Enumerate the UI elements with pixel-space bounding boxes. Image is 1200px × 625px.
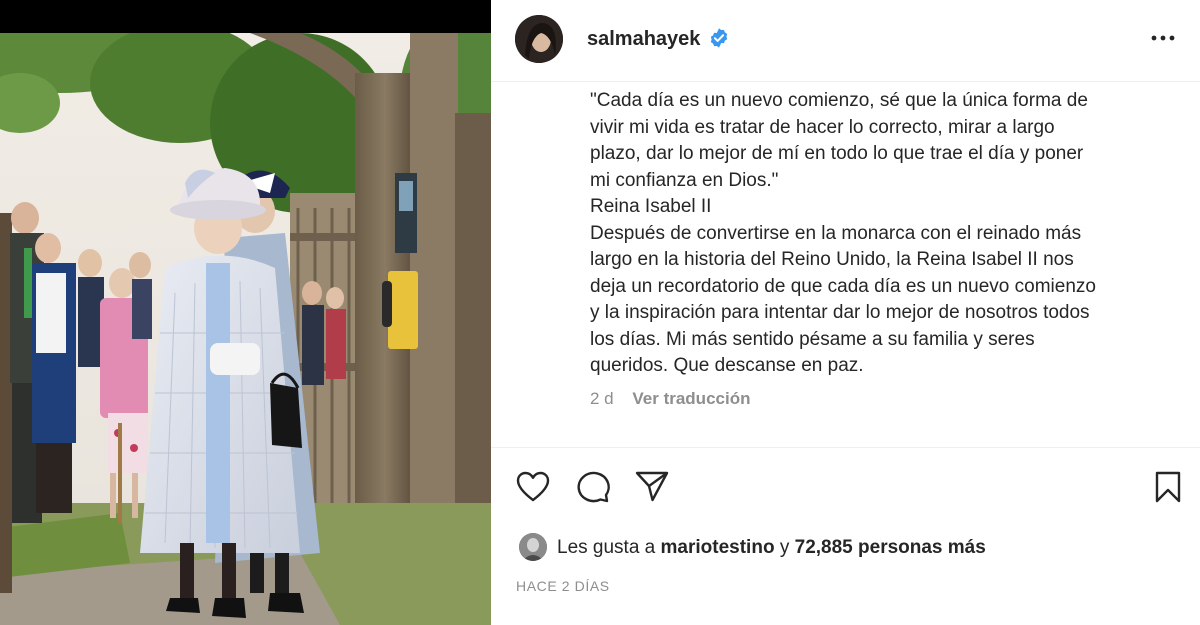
post-header: salmahayek — [491, 0, 1200, 82]
heart-icon[interactable] — [515, 470, 551, 504]
likes-connector: y — [779, 537, 790, 558]
post-photo[interactable] — [0, 0, 491, 625]
caption-line: Después de convertirse en la monarca con… — [590, 222, 1082, 244]
user-avatar[interactable] — [515, 15, 563, 63]
caption-line: plazo, dar lo mejor de mí en todo lo que… — [590, 143, 1084, 164]
post-image — [0, 33, 491, 625]
see-translation-link[interactable]: Ver traducción — [632, 389, 750, 408]
username[interactable]: salmahayek — [587, 28, 700, 51]
likes-count-link[interactable]: 72,885 personas más — [795, 537, 986, 558]
liked-by-user-link[interactable]: mariotestino — [661, 537, 775, 558]
actions-divider — [491, 447, 1200, 448]
caption-line: queridos. Que descanse en paz. — [590, 355, 864, 376]
caption-line: deja un recordatorio de que cada día es … — [590, 275, 1096, 297]
caption-meta: 2 d Ver traducción — [590, 389, 750, 409]
caption-line: largo en la historia del Reino Unido, la… — [590, 249, 1074, 270]
likes-prefix: Les gusta a — [557, 537, 656, 558]
caption-line: "Cada día es un nuevo comienzo, sé que l… — [590, 90, 1088, 111]
comment-icon[interactable] — [575, 470, 611, 504]
caption-line: los días. Mi más sentido pésame a su fam… — [590, 328, 1035, 350]
post-caption: "Cada día es un nuevo comienzo, sé que l… — [590, 88, 1180, 380]
likes-text: Les gusta a mariotestino y 72,885 person… — [557, 537, 986, 559]
caption-line: mi confianza en Dios." — [590, 169, 779, 191]
bookmark-icon[interactable] — [1153, 470, 1183, 504]
avatar-image — [515, 15, 563, 63]
caption-line: Reina Isabel II — [590, 196, 712, 217]
more-options-icon[interactable] — [1148, 26, 1178, 50]
caption-line: vivir mi vida es tratar de hacer lo corr… — [590, 116, 1055, 138]
liker-avatar[interactable] — [519, 533, 547, 561]
post-timestamp[interactable]: HACE 2 DÍAS — [516, 578, 610, 594]
caption-line: y la inspiración para intentar dar lo me… — [590, 302, 1090, 323]
paper-plane-icon[interactable] — [634, 469, 670, 503]
verified-badge-icon — [710, 28, 728, 48]
liker-avatar-image — [519, 533, 547, 561]
caption-age: 2 d — [590, 389, 614, 408]
post-details-panel: salmahayek "Cada día es un nuevo comienz… — [491, 0, 1200, 625]
